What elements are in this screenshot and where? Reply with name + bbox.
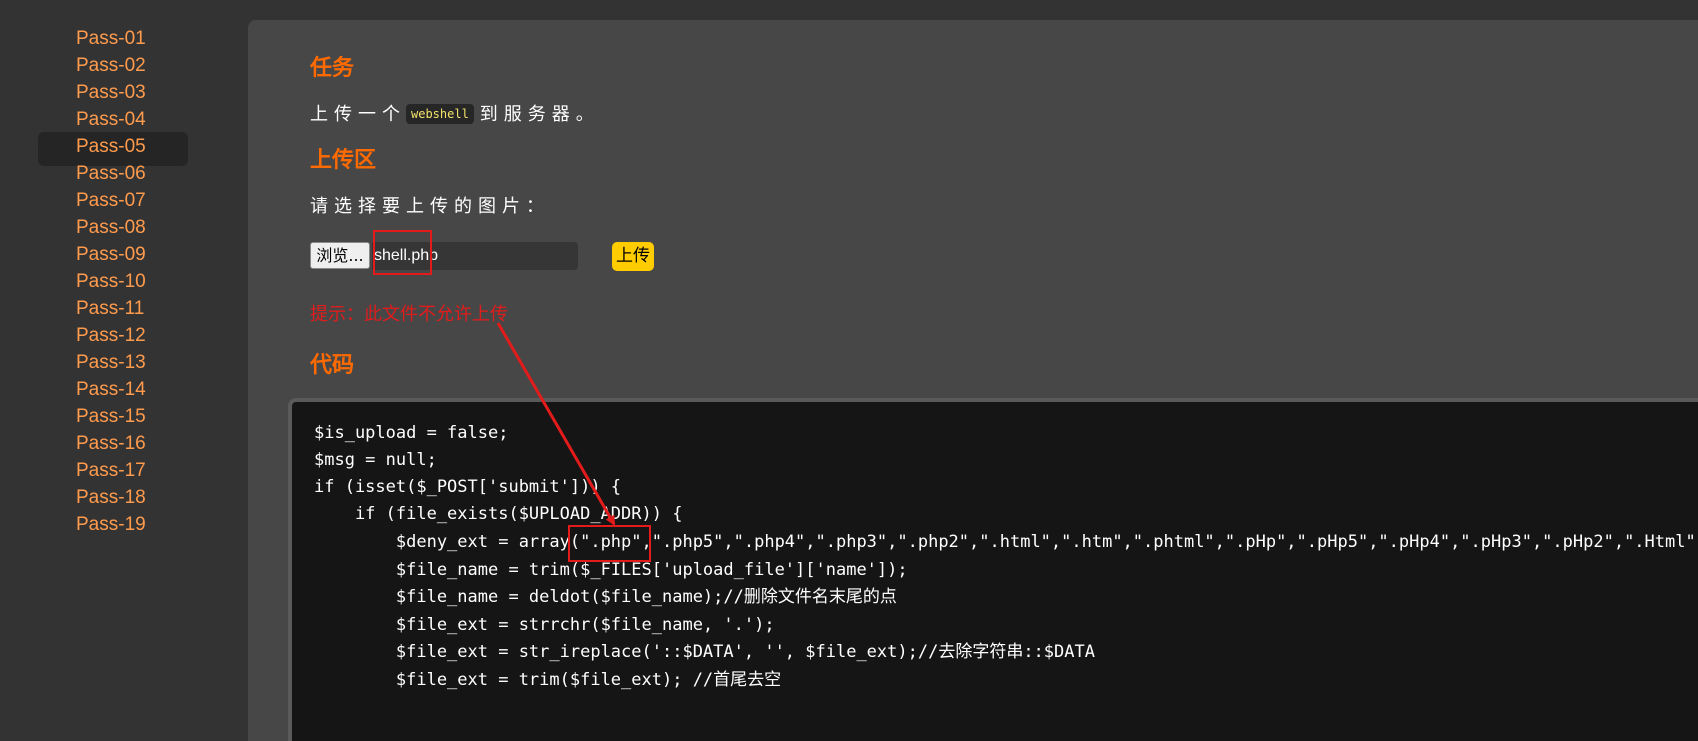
code-line: if (file_exists($UPLOAD_ADDR)) {	[314, 504, 683, 524]
webshell-code-tag: webshell	[406, 104, 474, 124]
main-panel: 任务 上传一个 webshell 到服务器。 上传区 请选择要上传的图片： 浏览..…	[248, 20, 1698, 741]
task-title: 任务	[310, 56, 355, 81]
task-text-after: 到服务器。	[479, 104, 600, 125]
code-line: if (isset($_POST['submit'])) {	[314, 477, 622, 497]
upload-prompt: 请选择要上传的图片：	[310, 196, 550, 217]
code-line: $file_ext = trim($file_ext); //首尾去空	[314, 670, 782, 690]
php-ext-annotation-box	[568, 525, 651, 562]
code-line: $file_ext = str_ireplace('::$DATA', '', …	[314, 642, 1095, 662]
code-line: $msg = null;	[314, 450, 437, 470]
task-text-before: 上传一个	[310, 104, 406, 125]
task-description: 上传一个 webshell 到服务器。	[310, 100, 600, 126]
code-line: $deny_ext = array(".php",".php5",".php4"…	[395, 532, 1698, 552]
code-line: $file_ext = strrchr($file_name, '.');	[314, 615, 775, 635]
code-block: $is_upload = false; $msg = null; if (iss…	[288, 398, 1698, 741]
code-title: 代码	[310, 353, 355, 378]
upload-title: 上传区	[310, 148, 377, 173]
code-line: $is_upload = false;	[314, 423, 509, 443]
upload-error-hint: 提示：此文件不允许上传	[310, 304, 508, 325]
browse-button[interactable]: 浏览...	[310, 242, 370, 269]
code-line: $file_name = deldot($file_name);//删除文件名末…	[314, 587, 897, 607]
filename-annotation-box	[373, 230, 432, 275]
sidebar-nav: Pass-01 Pass-02 Pass-03 Pass-04 Pass-05 …	[0, 0, 248, 741]
upload-submit-button[interactable]: 上传	[612, 242, 654, 271]
sidebar-item-pass-19[interactable]: Pass-19	[38, 510, 188, 544]
app-root: Pass-01 Pass-02 Pass-03 Pass-04 Pass-05 …	[0, 0, 1698, 741]
